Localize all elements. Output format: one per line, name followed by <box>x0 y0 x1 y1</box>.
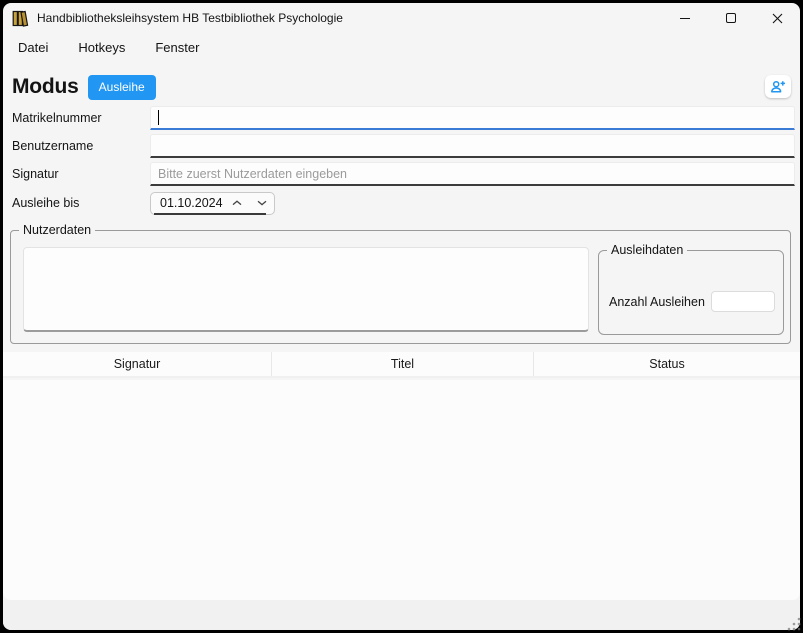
matrikelnummer-label: Matrikelnummer <box>12 111 150 125</box>
ausleihdaten-groupbox: Ausleihdaten Anzahl Ausleihen <box>598 250 784 335</box>
benutzername-row: Benutzername <box>3 134 795 158</box>
title-bar: Handbibliotheksleihsystem HB Testbibliot… <box>3 3 800 33</box>
ausleihe-bis-label: Ausleihe bis <box>12 196 150 210</box>
add-user-button[interactable] <box>765 75 791 98</box>
matrikelnummer-input[interactable] <box>150 106 795 130</box>
minimize-icon[interactable] <box>662 3 708 33</box>
resize-grip[interactable] <box>786 616 802 632</box>
column-header-signatur[interactable]: Signatur <box>3 352 271 376</box>
signatur-row: Signatur <box>3 162 795 186</box>
close-icon[interactable] <box>754 3 800 33</box>
chevron-up-icon <box>232 200 242 206</box>
text-caret <box>158 110 159 125</box>
anzahl-ausleihen-label: Anzahl Ausleihen <box>609 295 711 309</box>
ausleihe-bis-date-spinner[interactable]: 01.10.2024 <box>150 192 275 215</box>
menu-bar: Datei Hotkeys Fenster <box>3 33 800 62</box>
benutzername-label: Benutzername <box>12 139 150 153</box>
mode-header: Modus Ausleihe <box>3 69 800 105</box>
date-increment-button[interactable] <box>224 193 249 214</box>
chevron-down-icon <box>257 200 267 206</box>
window-controls <box>662 3 800 33</box>
signatur-input[interactable] <box>150 162 795 186</box>
nutzerdaten-groupbox: Nutzerdaten Ausleihdaten Anzahl Ausleihe… <box>10 230 791 344</box>
nutzerdaten-textarea[interactable] <box>23 247 589 332</box>
menu-item-hotkeys[interactable]: Hotkeys <box>69 36 134 59</box>
matrikelnummer-row: Matrikelnummer <box>3 106 795 130</box>
library-books-icon <box>12 10 29 27</box>
screen: { "window": { "title": "Handbibliotheksl… <box>0 0 803 633</box>
ausleihdaten-legend: Ausleihdaten <box>607 243 687 257</box>
anzahl-ausleihen-row: Anzahl Ausleihen <box>609 291 775 312</box>
date-value[interactable]: 01.10.2024 <box>151 196 224 210</box>
date-decrement-button[interactable] <box>249 193 274 214</box>
mode-ausleihe-button[interactable]: Ausleihe <box>88 75 156 100</box>
person-add-icon <box>770 80 786 94</box>
benutzername-input[interactable] <box>150 134 795 158</box>
menu-item-fenster[interactable]: Fenster <box>146 36 208 59</box>
window-title: Handbibliotheksleihsystem HB Testbibliot… <box>37 11 343 25</box>
signatur-label: Signatur <box>12 167 150 181</box>
table-header: Signatur Titel Status <box>3 352 800 378</box>
app-window: Handbibliotheksleihsystem HB Testbibliot… <box>3 3 800 630</box>
table-body[interactable] <box>3 380 800 600</box>
anzahl-ausleihen-input[interactable] <box>711 291 775 312</box>
nutzerdaten-legend: Nutzerdaten <box>19 223 95 237</box>
modus-label: Modus <box>12 75 79 99</box>
column-header-titel[interactable]: Titel <box>271 352 533 376</box>
window-bottom-strip <box>3 600 800 630</box>
date-underline <box>154 213 266 215</box>
column-header-status[interactable]: Status <box>533 352 800 376</box>
maximize-icon[interactable] <box>708 3 754 33</box>
menu-item-datei[interactable]: Datei <box>9 36 57 59</box>
ausleihe-bis-row: Ausleihe bis 01.10.2024 <box>3 191 795 215</box>
